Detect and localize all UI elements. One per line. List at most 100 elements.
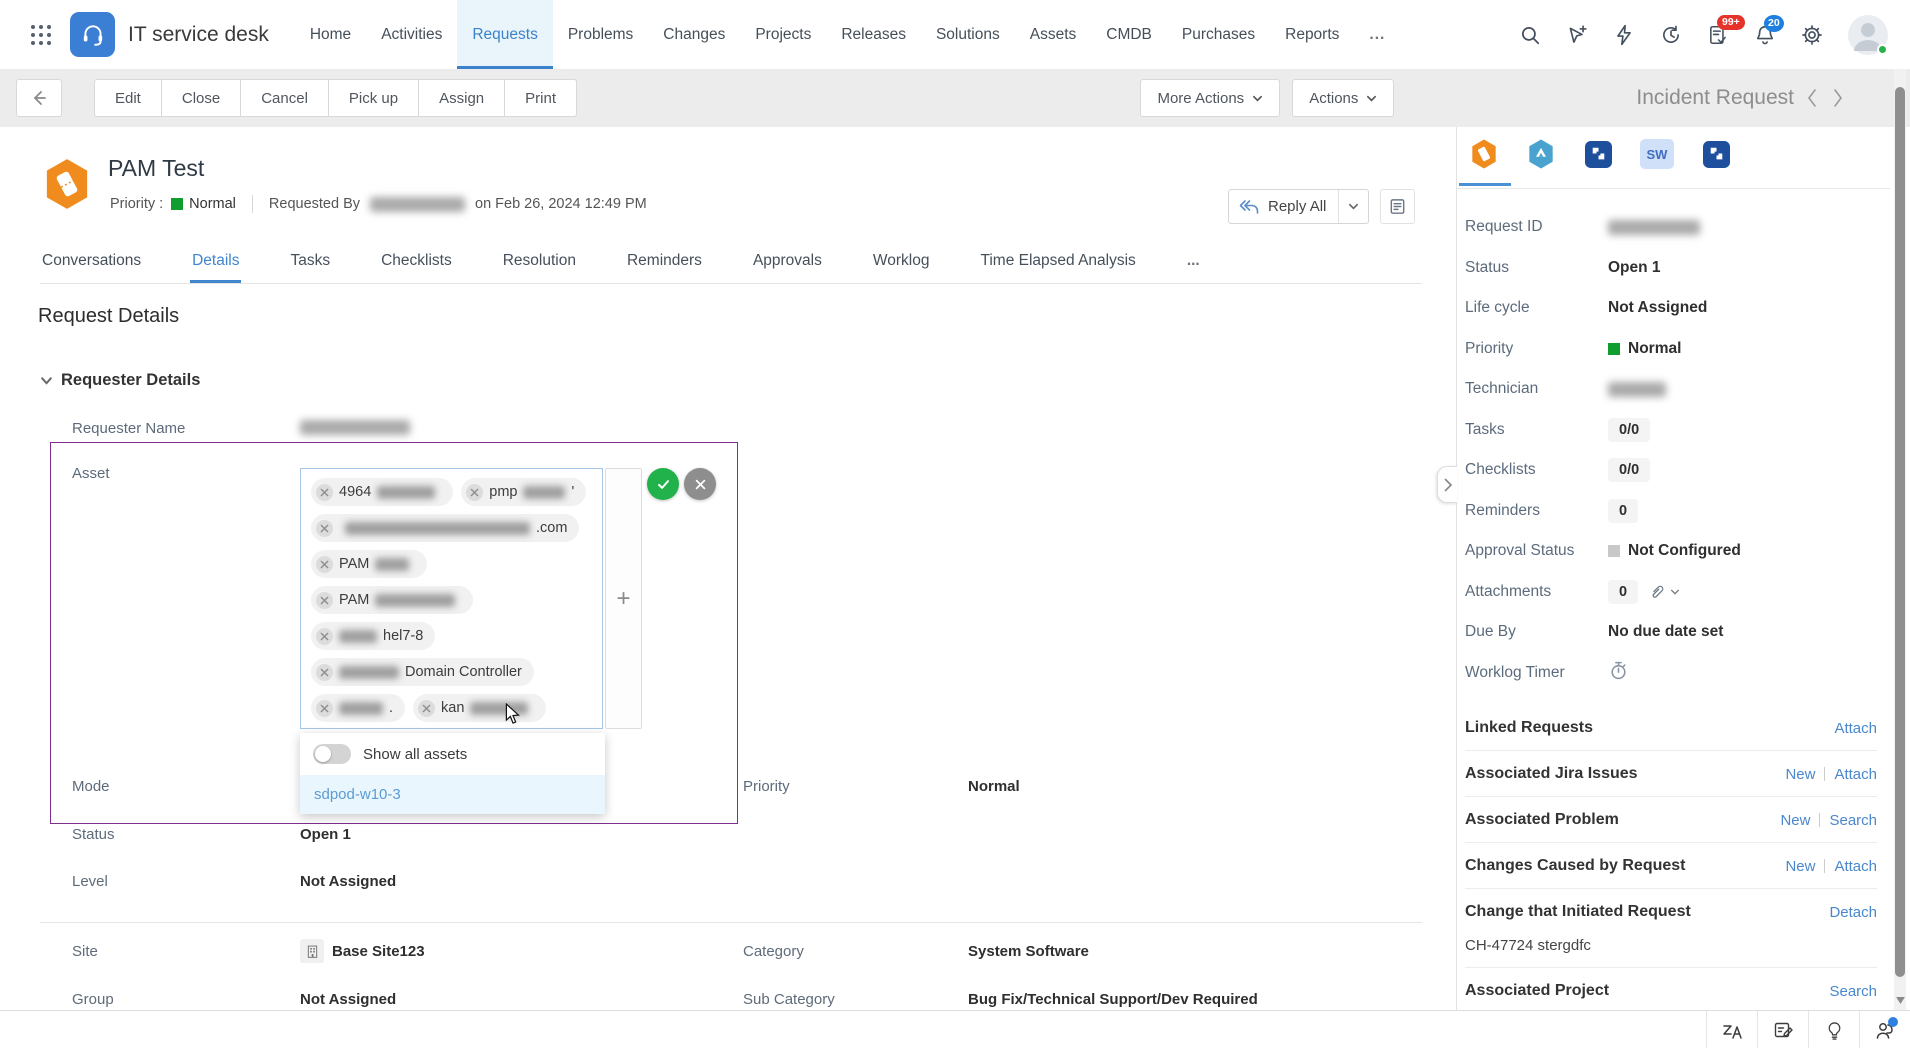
close-button[interactable]: Close — [162, 79, 241, 117]
prev-request-icon[interactable] — [1804, 88, 1820, 108]
show-all-assets-toggle[interactable] — [313, 744, 351, 764]
remove-chip-icon[interactable] — [316, 628, 333, 645]
lightning-icon[interactable] — [1613, 24, 1635, 46]
remove-chip-icon[interactable] — [316, 520, 333, 537]
quick-create-icon[interactable] — [1566, 24, 1588, 46]
change-reference[interactable]: CH-47724 stergdfc — [1465, 937, 1877, 954]
nav-item-changes[interactable]: Changes — [648, 0, 740, 69]
status-value[interactable]: Open 1 — [300, 826, 351, 843]
add-asset-button[interactable]: + — [605, 468, 642, 729]
edit-button[interactable]: Edit — [94, 79, 162, 117]
status-prop-value[interactable]: Open 1 — [1608, 259, 1661, 277]
tab-worklog[interactable]: Worklog — [871, 240, 932, 283]
reply-options-caret[interactable] — [1338, 190, 1368, 223]
remove-chip-icon[interactable] — [466, 484, 483, 501]
checklists-count-badge[interactable]: 0/0 — [1608, 458, 1650, 482]
priority-prop-value[interactable]: Normal — [1608, 340, 1681, 358]
tab-time-elapsed-analysis[interactable]: Time Elapsed Analysis — [978, 240, 1137, 283]
request-summary-icon[interactable] — [1380, 189, 1415, 224]
nav-item-purchases[interactable]: Purchases — [1167, 0, 1270, 69]
tab-checklists[interactable]: Checklists — [379, 240, 454, 283]
search-icon[interactable] — [1519, 24, 1541, 46]
scrollbar-thumb[interactable] — [1895, 87, 1905, 977]
tab-reminders[interactable]: Reminders — [625, 240, 704, 283]
category-value[interactable]: System Software — [968, 943, 1089, 960]
tab-resolution[interactable]: Resolution — [501, 240, 578, 283]
asset-suggestion-option[interactable]: sdpod-w10-3 — [300, 775, 605, 814]
attach-link[interactable]: Attach — [1834, 720, 1877, 737]
scroll-down-arrow[interactable] — [1894, 991, 1906, 1008]
new-link[interactable]: New — [1780, 812, 1810, 829]
attachments-count-badge[interactable]: 0 — [1608, 580, 1638, 604]
tab-conversations[interactable]: Conversations — [40, 240, 143, 283]
sw-tab[interactable]: SW — [1640, 139, 1674, 169]
reply-all-button[interactable]: Reply All — [1228, 189, 1369, 224]
nav-more-icon[interactable]: ... — [1354, 0, 1400, 69]
search-link[interactable]: Search — [1829, 812, 1877, 829]
assign-button[interactable]: Assign — [419, 79, 505, 117]
sidebar-collapse-handle[interactable] — [1437, 466, 1457, 503]
requester-details-section-toggle[interactable]: Requester Details — [40, 371, 200, 390]
attach-link[interactable]: Attach — [1834, 858, 1877, 875]
back-button[interactable] — [16, 79, 62, 117]
assets-hexagon-tab[interactable] — [1526, 139, 1556, 169]
confirm-asset-button[interactable] — [647, 468, 679, 500]
nav-item-releases[interactable]: Releases — [826, 0, 921, 69]
asset-chip-input[interactable]: 4964 pmp' .com PAM PAM hel7-8 — [300, 468, 603, 729]
nav-item-reports[interactable]: Reports — [1270, 0, 1354, 69]
actions-button[interactable]: Actions — [1292, 79, 1394, 117]
group-value[interactable]: Not Assigned — [300, 991, 396, 1008]
jira-tab[interactable] — [1583, 139, 1613, 169]
request-properties-tab[interactable] — [1469, 139, 1499, 169]
nav-item-solutions[interactable]: Solutions — [921, 0, 1015, 69]
next-request-icon[interactable] — [1830, 88, 1846, 108]
tasks-count-badge[interactable]: 0/0 — [1608, 418, 1650, 442]
discard-asset-button[interactable] — [684, 468, 716, 500]
reminders-count-badge[interactable]: 0 — [1608, 499, 1638, 523]
nav-item-projects[interactable]: Projects — [740, 0, 826, 69]
attach-link[interactable]: Attach — [1834, 766, 1877, 783]
live-chat-icon[interactable] — [1859, 1011, 1910, 1048]
remove-chip-icon[interactable] — [316, 700, 333, 717]
app-logo-headset-icon[interactable] — [70, 12, 115, 57]
more-actions-button[interactable]: More Actions — [1140, 79, 1280, 117]
approvals-icon[interactable]: 99+ — [1707, 24, 1729, 46]
user-avatar[interactable] — [1848, 15, 1888, 55]
jira-secondary-tab[interactable] — [1701, 139, 1731, 169]
tab-approvals[interactable]: Approvals — [751, 240, 824, 283]
translate-icon[interactable] — [1706, 1011, 1757, 1048]
nav-item-requests[interactable]: Requests — [457, 0, 552, 69]
suggestions-bulb-icon[interactable] — [1808, 1011, 1859, 1048]
print-button[interactable]: Print — [505, 79, 577, 117]
remove-chip-icon[interactable] — [316, 592, 333, 609]
settings-gear-icon[interactable] — [1801, 24, 1823, 46]
nav-item-problems[interactable]: Problems — [553, 0, 648, 69]
tab-tasks[interactable]: Tasks — [288, 240, 332, 283]
history-icon[interactable] — [1660, 24, 1682, 46]
attach-file-button[interactable] — [1648, 583, 1680, 601]
nav-item-activities[interactable]: Activities — [366, 0, 457, 69]
pickup-button[interactable]: Pick up — [329, 79, 419, 117]
nav-item-home[interactable]: Home — [295, 0, 366, 69]
subcategory-value[interactable]: Bug Fix/Technical Support/Dev Required — [968, 991, 1258, 1008]
nav-item-assets[interactable]: Assets — [1015, 0, 1092, 69]
remove-chip-icon[interactable] — [418, 700, 435, 717]
remove-chip-icon[interactable] — [316, 484, 333, 501]
new-link[interactable]: New — [1785, 766, 1815, 783]
level-value[interactable]: Not Assigned — [300, 873, 396, 890]
notifications-bell-icon[interactable]: 20 — [1754, 24, 1776, 46]
site-value[interactable]: Base Site123 — [332, 943, 425, 960]
page-scrollbar[interactable] — [1894, 69, 1906, 1010]
lifecycle-prop-value[interactable]: Not Assigned — [1608, 299, 1707, 317]
tabs-more-icon[interactable]: ... — [1185, 240, 1202, 283]
search-link[interactable]: Search — [1829, 983, 1877, 1000]
remove-chip-icon[interactable] — [316, 556, 333, 573]
remove-chip-icon[interactable] — [316, 664, 333, 681]
tab-details[interactable]: Details — [190, 240, 241, 283]
cancel-button[interactable]: Cancel — [241, 79, 329, 117]
worklog-timer-icon[interactable] — [1608, 660, 1629, 685]
app-launcher-icon[interactable] — [30, 24, 52, 46]
nav-item-cmdb[interactable]: CMDB — [1091, 0, 1167, 69]
new-link[interactable]: New — [1785, 858, 1815, 875]
priority-field-value[interactable]: Normal — [968, 778, 1020, 795]
